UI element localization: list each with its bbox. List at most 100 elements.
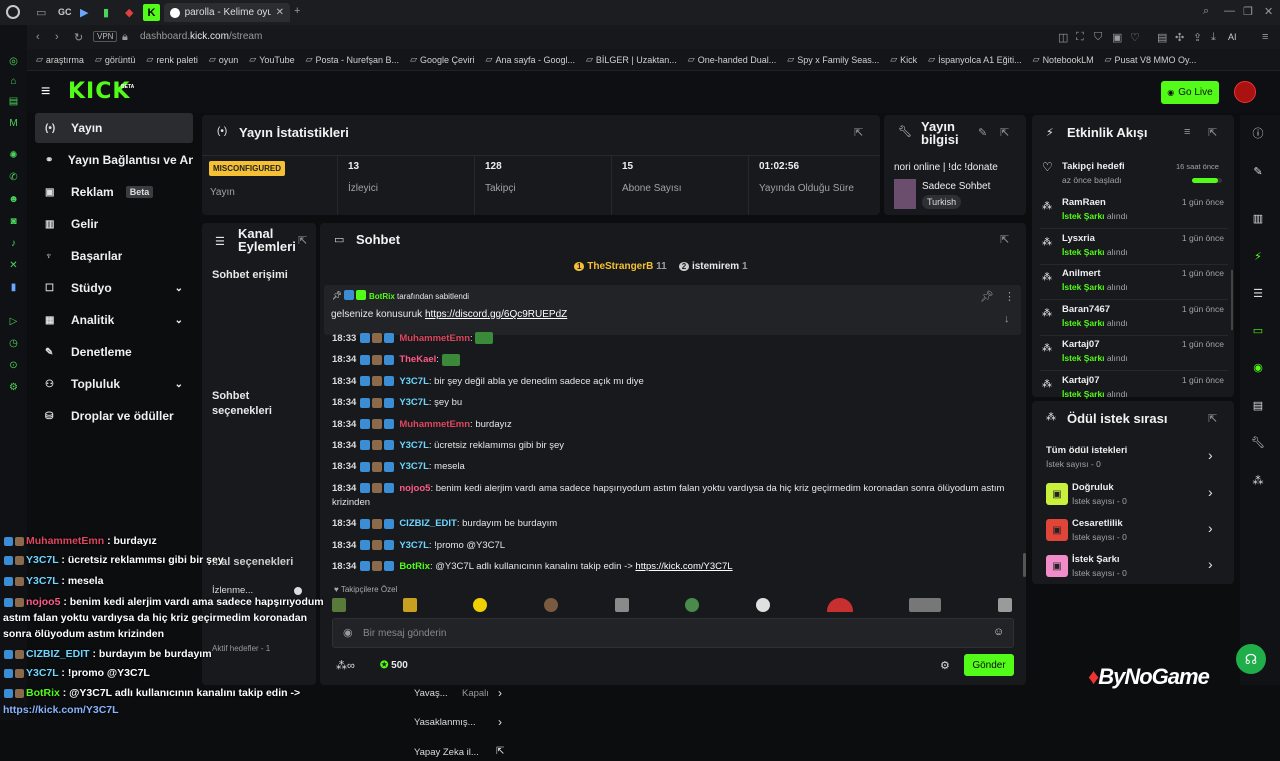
chat-username[interactable]: BotRix [399,561,430,572]
forward-icon[interactable]: › [55,31,59,43]
notes-icon[interactable]: ▤ [7,95,20,108]
infinity-icon[interactable]: ⁂∞ [336,659,355,672]
aria-icon[interactable]: ◎ [7,55,20,68]
bookmark-item[interactable]: ▱ görüntü [95,54,135,65]
chat-message[interactable]: 18:34 Y3C7L: !promo @Y3C7L [332,539,1022,553]
emoji-icon[interactable]: ☺ [993,626,1004,638]
vpn-badge[interactable]: VPN [93,31,118,42]
chat-message[interactable]: 18:34 Y3C7L: mesela [332,460,1022,474]
emote[interactable] [543,598,558,612]
chat-message[interactable]: 18:34 Y3C7L: bir şey değil abla ye denedi… [332,375,1022,389]
points-display[interactable]: ✪ 500 [380,660,408,671]
m-icon[interactable]: M [7,117,20,130]
chat-message[interactable]: 18:34 BotRix: @Y3C7L adlı kullanıcının ka… [332,560,1022,574]
pinned-tab-icon[interactable]: ▶ [80,6,88,19]
all-rewards-row[interactable]: Tüm ödül istekleri İstek sayısı - 0 › [1046,445,1226,473]
emote[interactable] [997,598,1012,612]
url-field[interactable]: dashboard.kick.com/stream [140,31,262,42]
chat-username[interactable]: Y3C7L [399,540,429,551]
channel-action-row[interactable]: Yapay Zeka il... ⇱ [414,745,510,761]
pencil-icon[interactable]: ✎ [1248,161,1268,181]
chat-username[interactable]: Y3C7L [399,376,429,387]
hamburger-menu-icon[interactable]: ≡ [41,83,50,101]
chat-message[interactable]: 18:34 CIZBIZ_EDIT: burdayım be burdayım [332,517,1022,531]
info-icon[interactable]: ⓘ [1248,123,1268,143]
channel-action-row[interactable]: Yavaş... Kapalı › [414,686,510,702]
bookmark-blue-icon[interactable]: ▮ [7,281,20,294]
share-icon[interactable]: ⇪ [1193,31,1202,44]
chat-username[interactable]: MuhammetEmn [399,333,470,344]
snapshot-icon[interactable]: ⛶ [1076,31,1084,44]
stats-icon[interactable]: ▥ [1248,208,1268,228]
bookmark-item[interactable]: ▱ araştırma [36,54,84,65]
chat-message[interactable]: 18:34 Y3C7L: ücretsiz reklamımsı gibi bir… [332,439,1022,453]
pin-icon[interactable]: ⊙ [7,359,20,372]
tab-grid-icon[interactable]: ▭ [36,6,46,19]
chat-username[interactable]: Y3C7L [399,440,429,451]
search-icon[interactable]: ⌕ [1203,5,1209,18]
wrench-icon[interactable]: 🔧︎ [1248,432,1268,452]
channel-action-row[interactable]: Yasaklanmış... › [414,715,510,731]
nav-item[interactable]: ☐ Stüdyo ⌄ [35,273,193,303]
chat-username[interactable]: Y3C7L [399,397,429,408]
avatar[interactable] [1234,81,1256,103]
bookmark-item[interactable]: ▱ YouTube [249,54,294,65]
pinned-link[interactable]: https://discord.gg/6Qc9RUEPdZ [425,309,567,320]
reward-row[interactable]: ▣ İstek Şarkı İstek sayısı - 0 › [1044,552,1224,580]
nav-item[interactable]: ♆ Başarılar [35,241,193,271]
chat-settings-icon[interactable]: ◉ [343,626,353,639]
extension-icon[interactable]: ▣ [1112,31,1122,44]
activity-item[interactable]: ⁂ Baran7467 İstek Şarkı alındı 1 gün önce [1040,302,1228,336]
support-headset-icon[interactable]: ☊ [1236,644,1266,674]
bookmark-item[interactable]: ▱ Pusat V8 MMO Oy... [1105,54,1197,65]
rewards-icon[interactable]: ⁂ [1248,470,1268,490]
popout-icon[interactable]: ⇱ [298,234,307,247]
chat-input[interactable]: ◉ Bir mesaj gönderin ☺ [332,618,1014,648]
bookmark-item[interactable]: ▱ NotebookLM [1033,54,1094,65]
bookmark-item[interactable]: ▱ One-handed Dual... [688,54,776,65]
chat-username[interactable]: Y3C7L [399,461,429,472]
bookmark-item[interactable]: ▱ Spy x Family Seas... [787,54,879,65]
unpin-icon[interactable]: 📌︎ [980,290,994,303]
nav-item[interactable]: ▣ Reklam Beta [35,177,193,207]
download-icon[interactable]: ⤓ [1211,31,1216,44]
pinned-tab-icon-2[interactable]: ▮ [103,6,109,19]
emote[interactable] [473,598,488,612]
edit-icon[interactable]: ✎ [978,126,987,139]
nav-item[interactable]: ▦ Analitik ⌄ [35,305,193,335]
bookmark-item[interactable]: ▱ oyun [209,54,238,65]
nav-item[interactable]: ⚭ Yayın Bağlantısı ve Anahtarı [35,145,193,175]
chat-username[interactable]: TheKael [399,354,436,365]
kick-logo[interactable]: KICK [68,79,130,104]
filter-icon[interactable]: ≡ [1184,126,1190,138]
menu-icon[interactable]: ≡ [1262,31,1268,43]
popout-icon[interactable]: ⇱ [854,126,863,139]
chat-username[interactable]: MuhammetEmn [399,419,470,430]
activity-item[interactable]: ⁂ RamRaen İstek Şarkı alındı 1 gün önce [1040,195,1228,229]
kick-tab-icon[interactable]: K [143,4,160,21]
send-button[interactable]: Gönder [964,654,1014,676]
emote[interactable] [685,598,700,612]
whatsapp-icon[interactable]: ✆ [7,171,20,184]
back-icon[interactable]: ‹ [36,31,40,43]
actions-icon[interactable]: ▤ [1248,395,1268,415]
emote[interactable] [755,598,770,612]
player-icon[interactable]: ▷ [7,315,20,328]
emote[interactable] [332,598,346,612]
bookmark-item[interactable]: ▱ İspanyolca A1 Eğiti... [928,54,1021,65]
activity-item[interactable]: ⁂ Lysxria İstek Şarkı alındı 1 gün önce [1040,231,1228,265]
new-tab-icon[interactable]: + [294,5,300,17]
popout-icon[interactable]: ⇱ [1000,233,1009,246]
settings-icon[interactable]: ⚙ [7,381,20,394]
nav-item[interactable]: ▥ Gelir [35,209,193,239]
emote[interactable] [402,598,417,612]
discord-icon[interactable]: ☻ [7,193,20,206]
gifter-1[interactable]: 1 TheStrangerB 11 [574,261,667,272]
popout-icon[interactable]: ⇱ [1208,126,1217,139]
tiktok-icon[interactable]: ♪ [7,237,20,250]
close-tab-icon[interactable]: ✕ [276,7,284,18]
tab-parolla[interactable]: parolla - Kelime oyunu. ✕ [164,3,290,22]
maximize-icon[interactable]: ❐ [1243,5,1253,18]
chat-username[interactable]: nojoo5 [399,483,430,494]
bookmark-item[interactable]: ▱ Posta - Nurefşan B... [306,54,399,65]
